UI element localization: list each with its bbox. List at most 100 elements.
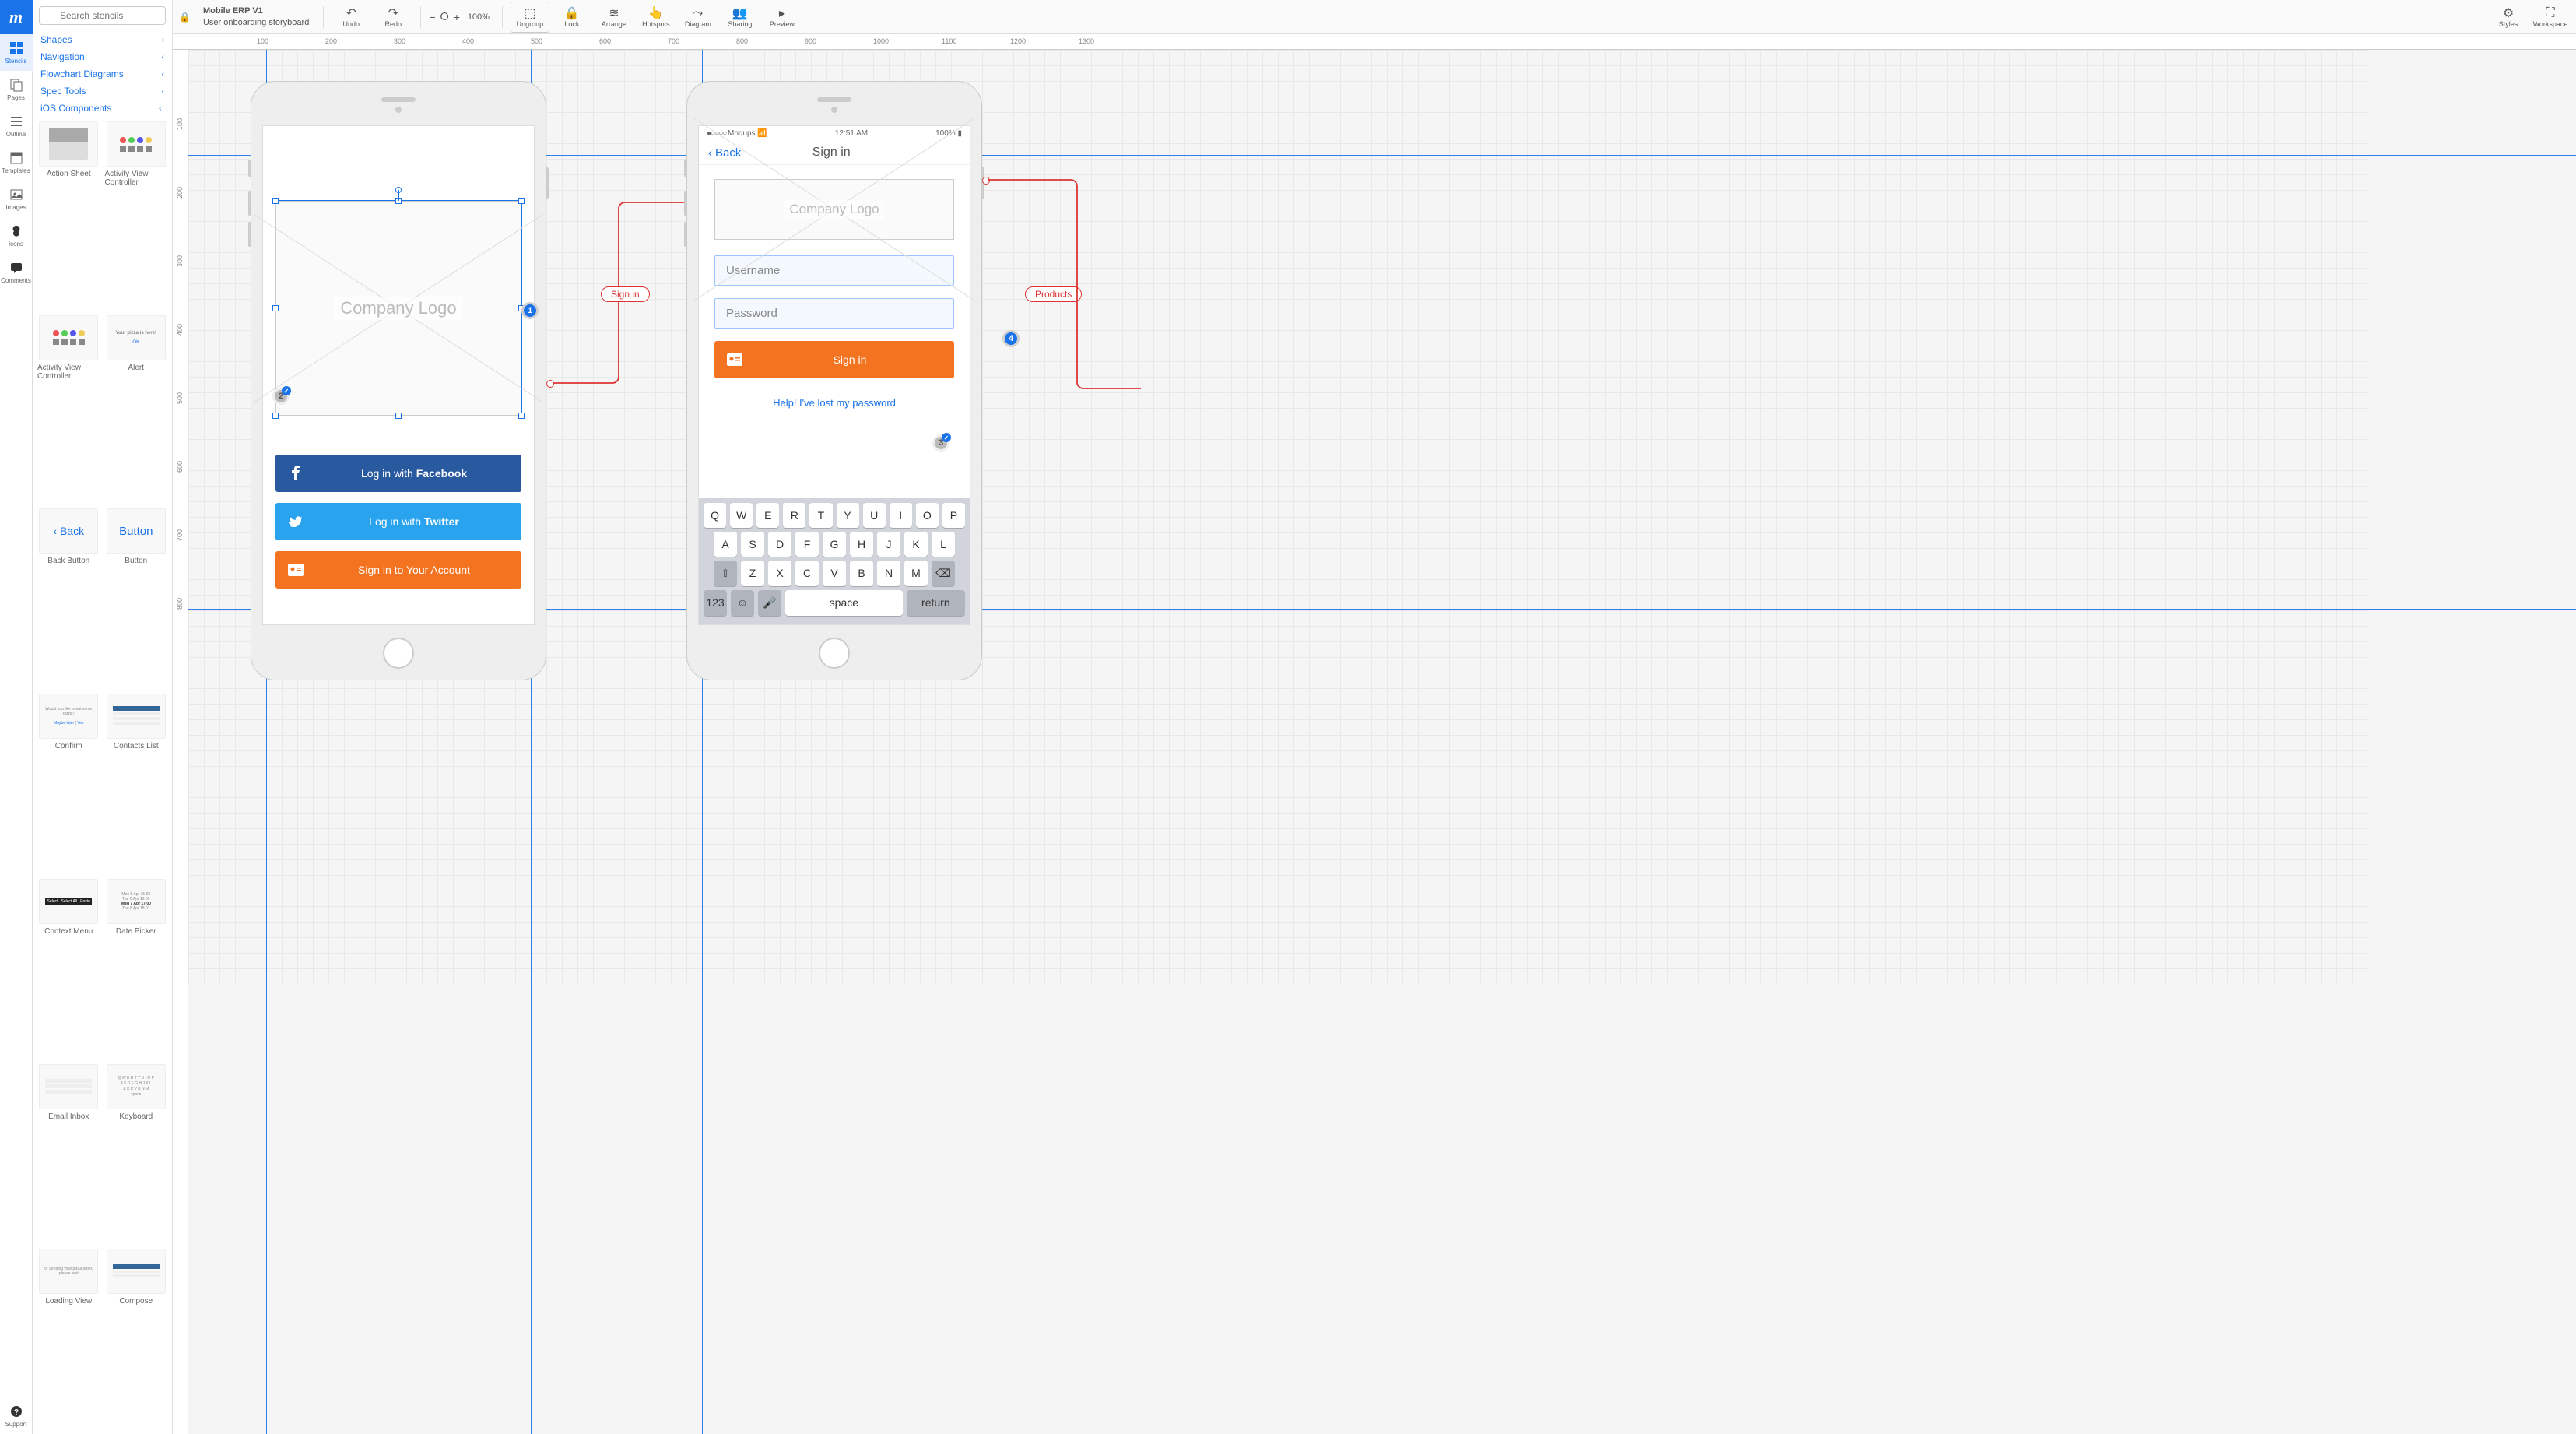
hotspot-label-signin[interactable]: Sign in: [601, 286, 650, 302]
sharing-button[interactable]: 👥Sharing: [721, 2, 760, 33]
keyboard-key[interactable]: J: [877, 532, 900, 557]
search-input[interactable]: [39, 6, 166, 25]
rail-icons[interactable]: Icons: [0, 217, 33, 254]
forgot-password-link[interactable]: Help! I've lost my password: [714, 389, 954, 416]
keyboard-key[interactable]: K: [904, 532, 928, 557]
rail-templates[interactable]: Templates: [0, 144, 33, 181]
keyboard-key[interactable]: M: [904, 561, 928, 586]
keyboard-key[interactable]: C: [795, 561, 819, 586]
keyboard-key[interactable]: L: [932, 532, 955, 557]
keyboard-key[interactable]: ⌫: [932, 561, 955, 586]
stencil-back-button[interactable]: ‹ BackBack Button: [37, 508, 100, 689]
keyboard-key[interactable]: D: [768, 532, 791, 557]
rail-comments[interactable]: Comments: [0, 254, 33, 290]
styles-button[interactable]: ⚙Styles: [2489, 2, 2528, 33]
preview-button[interactable]: ▸Preview: [763, 2, 802, 33]
ruler-horizontal[interactable]: 1002003004005006007008009001000110012001…: [188, 34, 2576, 50]
zoom-out-button[interactable]: −: [429, 11, 435, 23]
canvas[interactable]: Company Logo Log in with Facebook: [188, 50, 2576, 1434]
keyboard-key[interactable]: N: [877, 561, 900, 586]
signin-submit-button[interactable]: Sign in: [714, 341, 954, 378]
keyboard-key[interactable]: ☺: [731, 590, 754, 616]
stencil-loading-view[interactable]: ⟳ Sending your pizza order, please waitL…: [37, 1249, 100, 1429]
keyboard-key[interactable]: return: [907, 590, 965, 616]
zoom-in-button[interactable]: +: [454, 11, 460, 23]
keyboard-key[interactable]: F: [795, 532, 819, 557]
stencil-date-picker[interactable]: Mon 5 Apr 15 58Tue 6 Apr 16 59Wed 7 Apr …: [105, 879, 168, 1060]
stencil-alert[interactable]: Your pizza is here!OKAlert: [105, 315, 168, 504]
keyboard-key[interactable]: Q: [704, 503, 726, 528]
stencil-contacts-list[interactable]: Contacts List: [105, 694, 168, 874]
category-ios-components[interactable]: iOS Components⌄: [33, 100, 172, 117]
rail-stencils[interactable]: Stencils: [0, 34, 33, 71]
keyboard-key[interactable]: T: [809, 503, 832, 528]
keyboard-key[interactable]: V: [823, 561, 846, 586]
keyboard-key[interactable]: A: [714, 532, 737, 557]
hotspots-button[interactable]: 👆Hotspots: [637, 2, 676, 33]
username-field[interactable]: Username: [714, 255, 954, 286]
document-title[interactable]: Mobile ERP V1 User onboarding storyboard: [197, 5, 315, 28]
keyboard-key[interactable]: Z: [741, 561, 764, 586]
annotation-badge-3[interactable]: 3✓: [932, 434, 949, 452]
stencil-action-sheet[interactable]: Action Sheet: [37, 121, 100, 311]
keyboard-key[interactable]: W: [730, 503, 753, 528]
guide-horizontal[interactable]: [188, 609, 2576, 610]
annotation-badge-1[interactable]: 1: [521, 302, 539, 319]
keyboard-key[interactable]: E: [756, 503, 779, 528]
undo-button[interactable]: ↶Undo: [332, 2, 370, 33]
keyboard-key[interactable]: R: [783, 503, 805, 528]
ruler-vertical[interactable]: 100200300400500600700800: [173, 50, 188, 1434]
stencil-activity-view-controller[interactable]: Activity View Controller: [105, 121, 168, 311]
category-spec-tools[interactable]: Spec Tools‹: [33, 83, 172, 100]
keyboard-key[interactable]: G: [823, 532, 846, 557]
password-field[interactable]: Password: [714, 298, 954, 329]
keyboard-key[interactable]: I: [890, 503, 912, 528]
keyboard-key[interactable]: space: [785, 590, 903, 616]
diagram-button[interactable]: ⤳Diagram: [679, 2, 718, 33]
keyboard[interactable]: QWERTYUIOP ASDFGHJKL ⇧ZXCVBNM⌫ 123☺🎤spac…: [699, 498, 970, 624]
keyboard-key[interactable]: B: [850, 561, 873, 586]
stencil-compose[interactable]: Compose: [105, 1249, 168, 1429]
keyboard-key[interactable]: H: [850, 532, 873, 557]
rail-outline[interactable]: Outline: [0, 107, 33, 144]
category-flowchart-diagrams[interactable]: Flowchart Diagrams‹: [33, 65, 172, 83]
ungroup-button[interactable]: ⬚Ungroup: [511, 2, 549, 33]
keyboard-key[interactable]: S: [741, 532, 764, 557]
company-logo-placeholder[interactable]: Company Logo: [714, 179, 954, 240]
phone-frame-2[interactable]: ●○○○○ Moqups 📶 12:51 AM 100% ▮ ‹Back Sig…: [686, 81, 982, 680]
keyboard-key[interactable]: 🎤: [758, 590, 781, 616]
keyboard-key[interactable]: P: [942, 503, 965, 528]
guide-horizontal[interactable]: [188, 155, 2576, 156]
rail-pages[interactable]: Pages: [0, 71, 33, 107]
stencil-email-inbox[interactable]: Email Inbox: [37, 1064, 100, 1245]
phone-frame-1[interactable]: Company Logo Log in with Facebook: [251, 81, 546, 680]
stencil-confirm[interactable]: Would you like to eat some pizza?Maybe l…: [37, 694, 100, 874]
zoom-fit-icon[interactable]: ⭘: [440, 10, 449, 23]
zoom-level[interactable]: 100%: [463, 2, 494, 33]
facebook-login-button[interactable]: Log in with Facebook: [275, 455, 521, 492]
annotation-badge-2[interactable]: 2✓: [272, 388, 290, 405]
rail-images[interactable]: Images: [0, 181, 33, 217]
category-shapes[interactable]: Shapes‹: [33, 31, 172, 48]
keyboard-key[interactable]: O: [916, 503, 939, 528]
signin-account-button[interactable]: Sign in to Your Account: [275, 551, 521, 589]
arrange-button[interactable]: ≋Arrange: [595, 2, 633, 33]
workspace-button[interactable]: ⛶Workspace: [2531, 2, 2570, 33]
nav-back-button[interactable]: ‹Back: [708, 146, 741, 160]
stencil-activity-view-controller[interactable]: Activity View Controller: [37, 315, 100, 504]
app-logo[interactable]: m: [0, 0, 33, 34]
stencil-button[interactable]: ButtonButton: [105, 508, 168, 689]
keyboard-key[interactable]: X: [768, 561, 791, 586]
keyboard-key[interactable]: U: [863, 503, 886, 528]
twitter-login-button[interactable]: Log in with Twitter: [275, 503, 521, 540]
keyboard-key[interactable]: ⇧: [714, 561, 737, 586]
keyboard-key[interactable]: 123: [704, 590, 727, 616]
category-navigation[interactable]: Navigation‹: [33, 48, 172, 65]
stencil-context-menu[interactable]: SelectSelect AllPasteContext Menu: [37, 879, 100, 1060]
lock-button[interactable]: 🔒Lock: [553, 2, 591, 33]
company-logo-placeholder[interactable]: Company Logo: [275, 201, 521, 416]
keyboard-key[interactable]: Y: [837, 503, 859, 528]
stencil-keyboard[interactable]: Q W E R T Y U I O PA S D F G H J K LZ X …: [105, 1064, 168, 1245]
redo-button[interactable]: ↷Redo: [374, 2, 412, 33]
rail-support[interactable]: ? Support: [0, 1397, 33, 1434]
